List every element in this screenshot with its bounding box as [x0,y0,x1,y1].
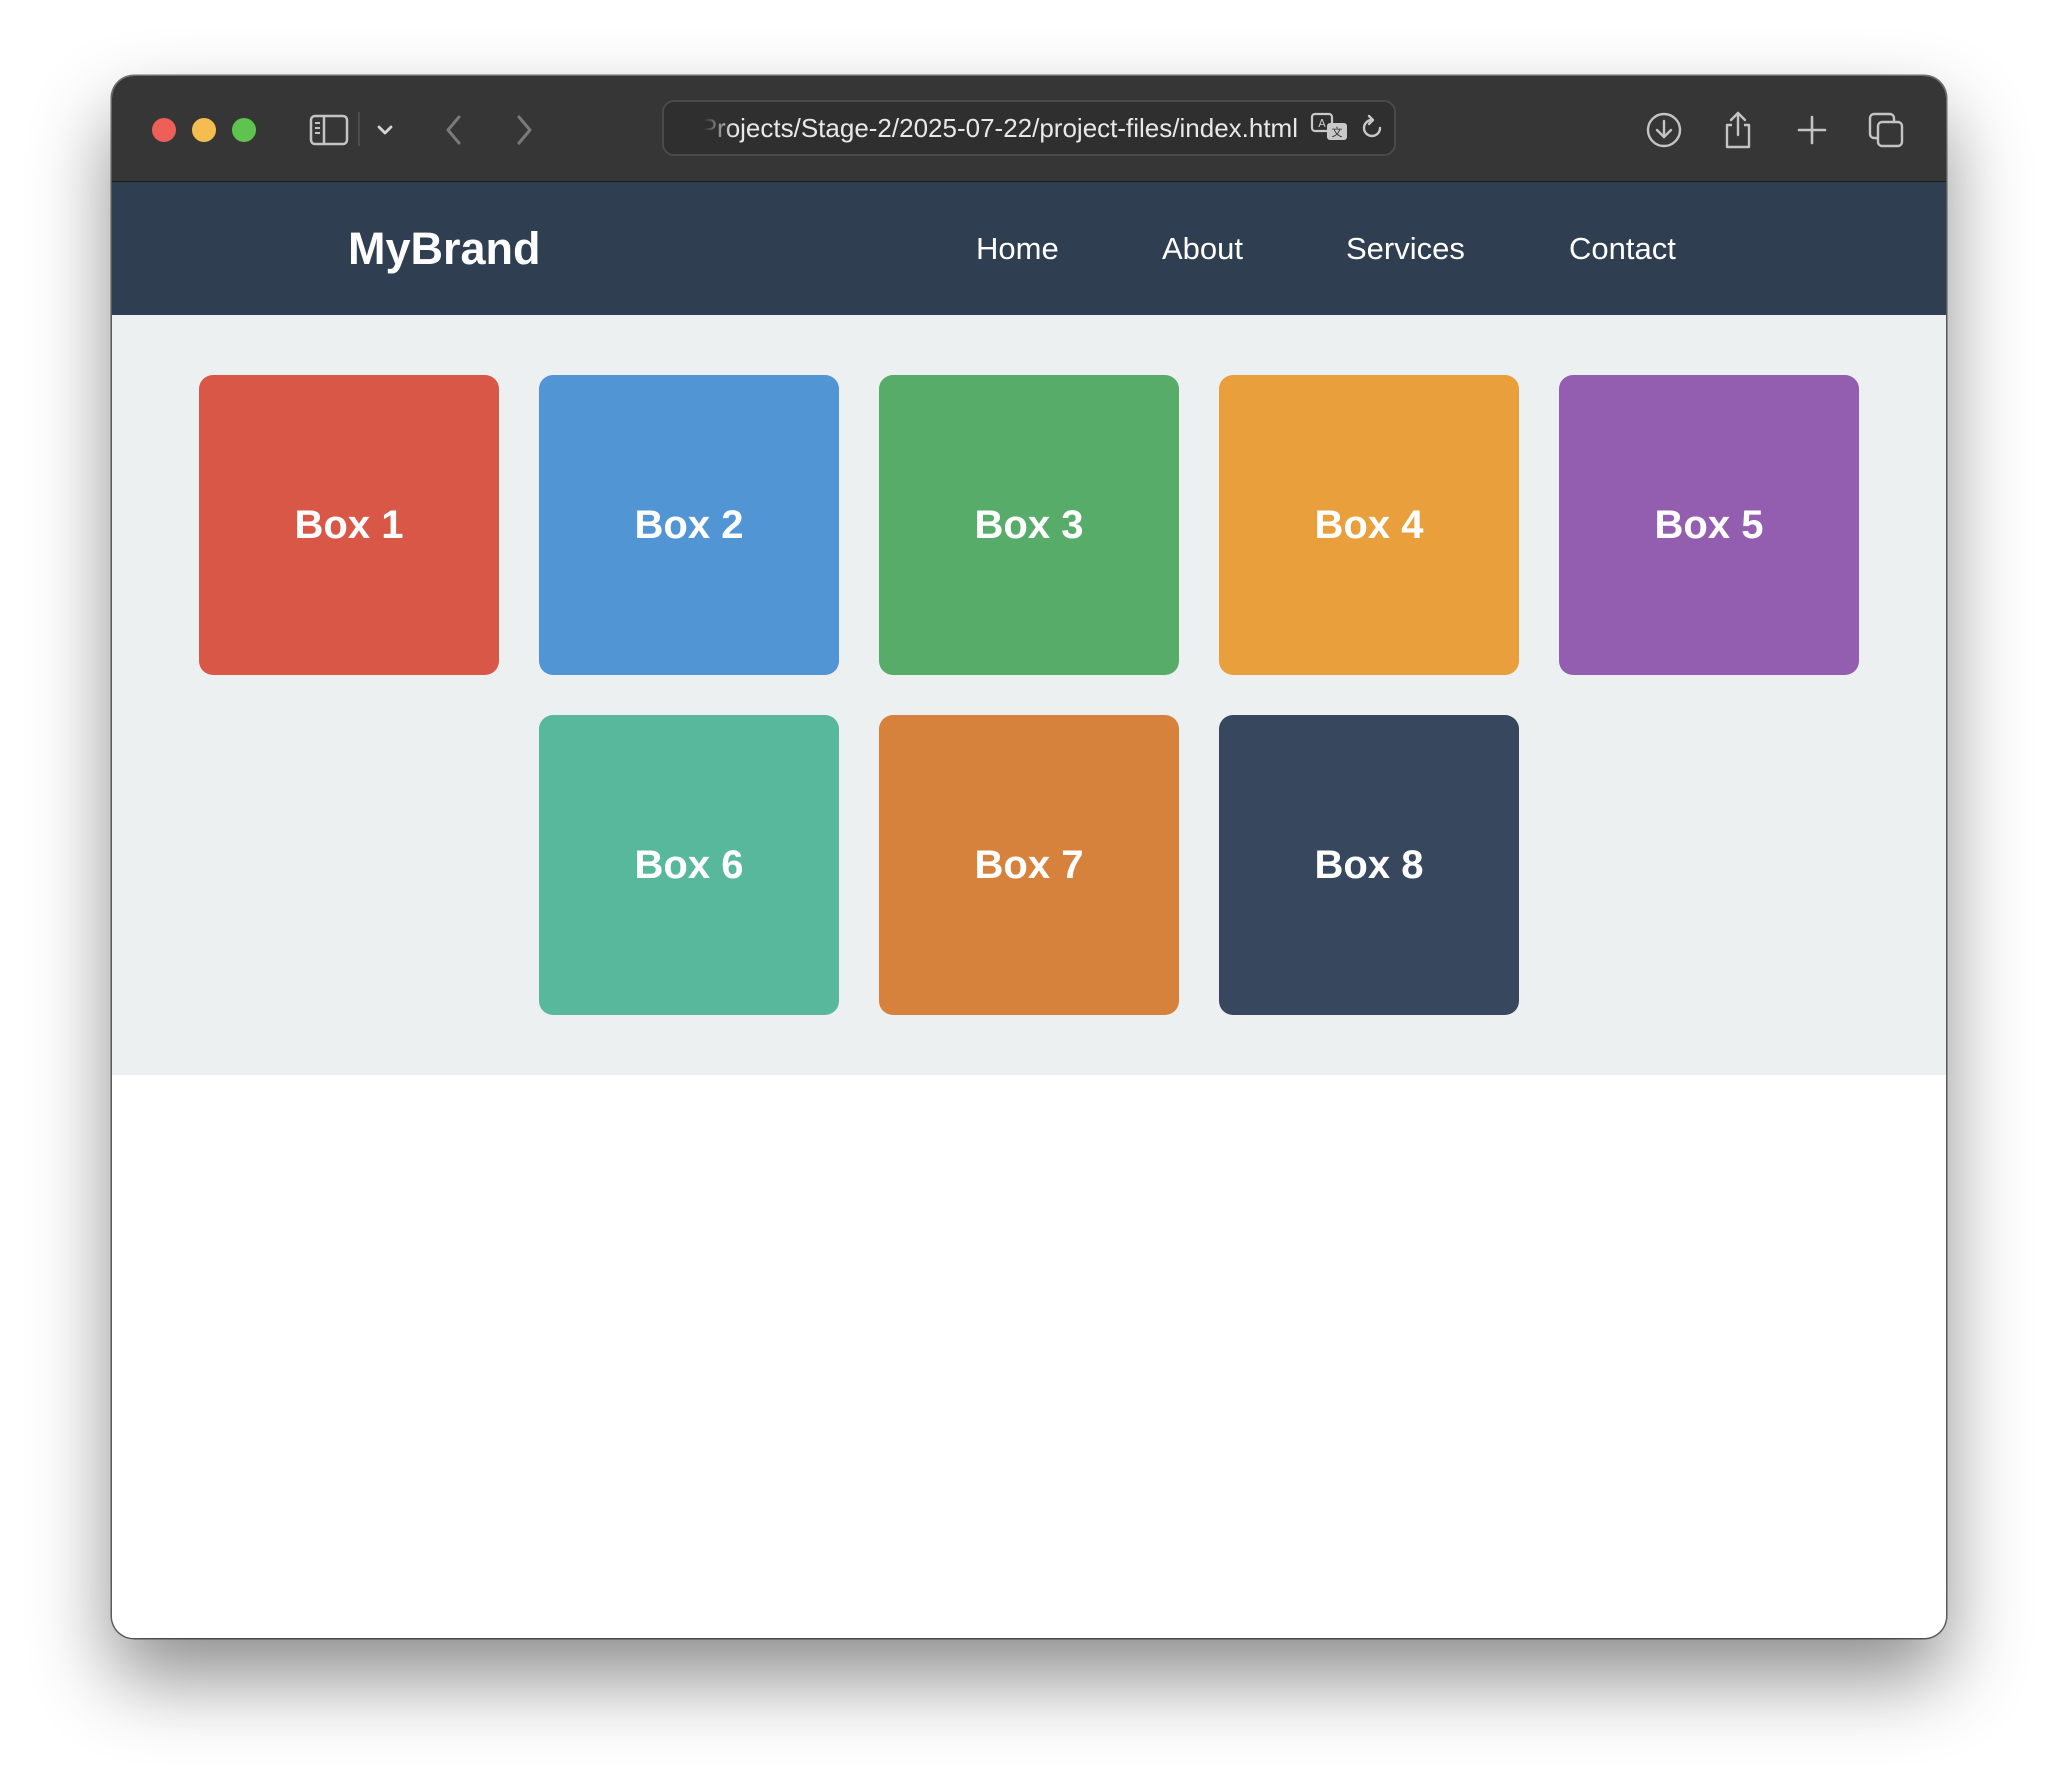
share-icon[interactable] [1718,106,1758,154]
content-section: Box 1 Box 2 Box 3 Box 4 Box 5 Box 6 Box … [112,315,1946,1075]
box-1[interactable]: Box 1 [199,375,499,675]
minimize-window-button[interactable] [192,118,216,142]
box-7[interactable]: Box 7 [879,715,1179,1015]
box-2[interactable]: Box 2 [539,375,839,675]
browser-toolbar: Projects/Stage-2/2025-07-22/project-file… [112,76,1946,182]
chevron-left-icon[interactable] [434,106,474,154]
box-5[interactable]: Box 5 [1559,375,1859,675]
site-navbar: MyBrand Home About Services Contact [112,182,1946,315]
box-grid: Box 1 Box 2 Box 3 Box 4 Box 5 Box 6 Box … [199,375,1859,1015]
box-8[interactable]: Box 8 [1219,715,1519,1015]
nav-link-about[interactable]: About [1162,182,1243,315]
chevron-down-icon[interactable] [370,106,400,154]
address-bar[interactable]: Projects/Stage-2/2025-07-22/project-file… [662,100,1396,156]
tabs-overview-icon[interactable] [1866,106,1906,154]
brand-logo[interactable]: MyBrand [348,182,541,315]
reload-icon[interactable] [1356,104,1388,152]
zoom-window-button[interactable] [232,118,256,142]
download-icon[interactable] [1642,106,1686,154]
box-6[interactable]: Box 6 [539,715,839,1015]
nav-link-home[interactable]: Home [976,182,1059,315]
chevron-right-icon[interactable] [504,106,544,154]
plus-icon[interactable] [1792,106,1832,154]
svg-text:文: 文 [1332,125,1343,139]
sidebar-icon[interactable] [306,106,352,154]
address-bar-url[interactable]: Projects/Stage-2/2025-07-22/project-file… [664,102,1298,154]
close-window-button[interactable] [152,118,176,142]
box-3[interactable]: Box 3 [879,375,1179,675]
nav-link-services[interactable]: Services [1346,182,1465,315]
nav-link-contact[interactable]: Contact [1569,182,1676,315]
web-page: MyBrand Home About Services Contact Box … [112,182,1946,1638]
browser-window: Projects/Stage-2/2025-07-22/project-file… [112,76,1946,1638]
box-4[interactable]: Box 4 [1219,375,1519,675]
toolbar-divider [358,112,360,146]
translate-icon[interactable]: A 文 [1308,104,1352,152]
svg-text:A: A [1318,117,1326,130]
